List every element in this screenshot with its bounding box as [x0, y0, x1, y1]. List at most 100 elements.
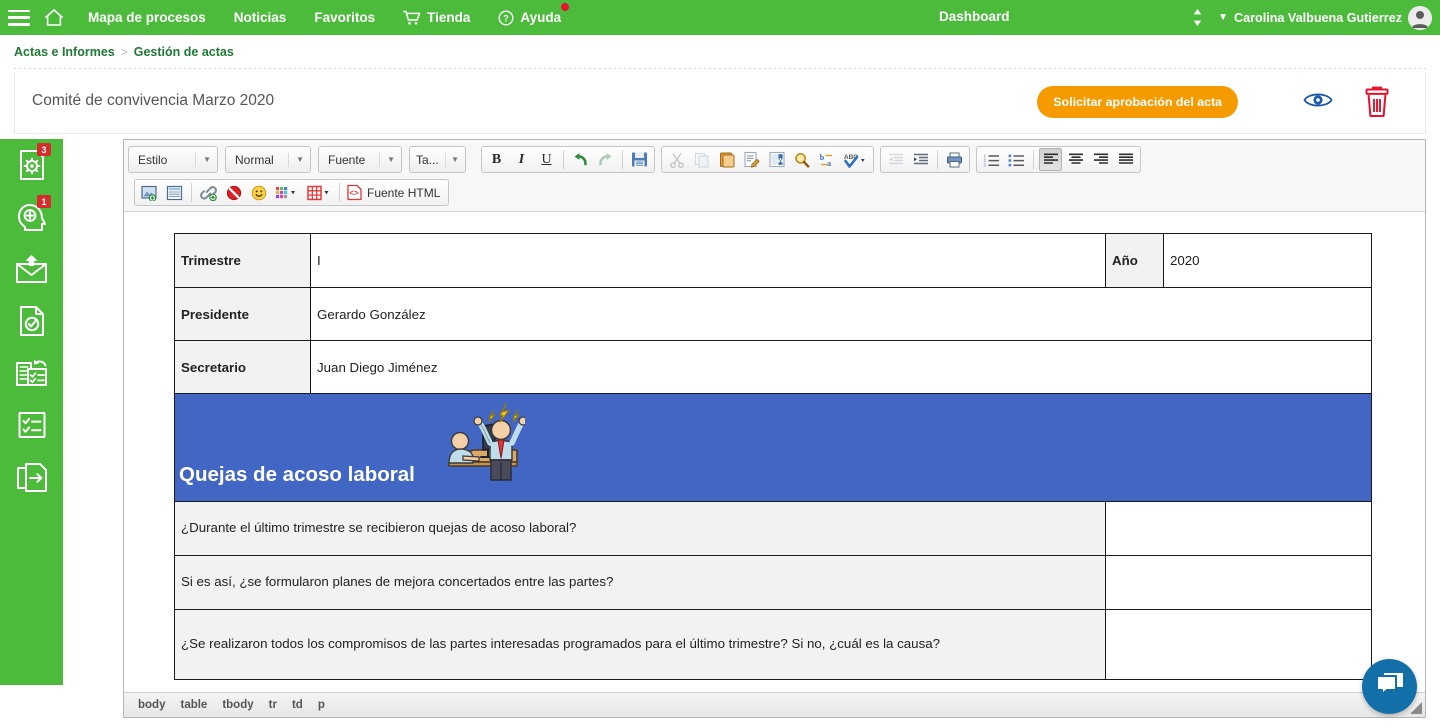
nav-link-favoritos[interactable]: Favoritos [314, 10, 375, 25]
user-name-label: Carolina Valbuena Gutierrez [1234, 10, 1402, 25]
delete-trash-icon[interactable] [1362, 86, 1392, 124]
cut-button[interactable] [665, 148, 688, 171]
nav-link-label: Ayuda [520, 10, 562, 25]
sidebar-item-export[interactable] [0, 451, 63, 503]
emoji-button[interactable] [247, 181, 270, 204]
cart-icon [403, 10, 421, 26]
numbered-list-button[interactable]: 123 [980, 148, 1003, 171]
insert-template-button[interactable] [163, 181, 186, 204]
paste-from-word-button[interactable]: W [765, 148, 788, 171]
path-item-body[interactable]: body [138, 699, 165, 711]
underline-button[interactable]: U [535, 148, 558, 171]
sidebar-item-mail[interactable] [0, 243, 63, 295]
sidebar-badge: 1 [37, 195, 51, 208]
section-banner-row: Quejas de acoso laboral [174, 393, 1372, 502]
unlink-button[interactable] [222, 181, 245, 204]
copy-button[interactable] [690, 148, 713, 171]
outdent-button[interactable] [884, 148, 907, 171]
home-icon[interactable] [44, 8, 64, 27]
font-select[interactable]: Fuente ▼ [318, 146, 402, 173]
replace-button[interactable]: ba [815, 148, 838, 171]
insert-link-button[interactable] [197, 181, 220, 204]
insert-group: <> Fuente HTML [134, 179, 450, 206]
hamburger-menu-icon[interactable] [8, 9, 30, 26]
style-select[interactable]: Estilo ▼ [128, 146, 218, 173]
code-brackets-icon: <> [346, 184, 363, 201]
table-row: Secretario Juan Diego Jiménez [174, 340, 1372, 394]
path-item-p[interactable]: p [318, 699, 325, 711]
breadcrumb-item-gestion-de-actas[interactable]: Gestión de actas [134, 45, 234, 59]
save-button[interactable] [628, 148, 651, 171]
table-row: ¿Durante el último trimestre se recibier… [174, 501, 1372, 556]
help-circle-icon: ? [498, 9, 514, 26]
value-presidente[interactable]: Gerardo González [310, 287, 1372, 341]
label-presidente: Presidente [174, 287, 311, 341]
redo-button[interactable] [594, 148, 617, 171]
nav-link-tienda[interactable]: Tienda [403, 10, 470, 26]
text-color-button[interactable] [272, 181, 302, 204]
checklist-refresh-icon [16, 359, 47, 386]
svg-text:?: ? [504, 13, 510, 23]
chevron-down-icon: ▼ [288, 152, 304, 167]
preview-eye-icon[interactable] [1303, 90, 1333, 115]
toolbar-divider [1033, 150, 1034, 169]
question-1-answer[interactable] [1105, 501, 1372, 556]
value-secretario[interactable]: Juan Diego Jiménez [310, 340, 1372, 394]
align-justify-button[interactable] [1114, 148, 1137, 171]
toolbar-row-1: Estilo ▼ Normal ▼ Fuente ▼ Ta... ▼ B I U [128, 145, 1421, 174]
size-select[interactable]: Ta... ▼ [409, 146, 466, 173]
chevron-down-icon: ▼ [1218, 12, 1229, 23]
sidebar-item-add-person[interactable]: 1 [0, 191, 63, 243]
spellcheck-button[interactable]: ABC [840, 148, 870, 171]
request-approval-button[interactable]: Solicitar aprobación del acta [1037, 86, 1238, 118]
page-title: Comité de convivencia Marzo 2020 [32, 92, 275, 109]
editor-content-area[interactable]: Trimestre I Año 2020 Presidente Gerardo … [124, 212, 1425, 692]
value-trimestre[interactable]: I [310, 233, 1106, 288]
breadcrumb-item-actas-e-informes[interactable]: Actas e Informes [14, 45, 115, 59]
bulleted-list-button[interactable] [1005, 148, 1028, 171]
nav-link-ayuda[interactable]: ? Ayuda [498, 2, 570, 26]
sidebar-item-task-refresh[interactable] [0, 347, 63, 399]
chat-support-button[interactable] [1362, 659, 1417, 714]
page-header: Comité de convivencia Marzo 2020 Solicit… [14, 72, 1426, 134]
path-item-td[interactable]: td [292, 699, 303, 711]
align-right-button[interactable] [1089, 148, 1112, 171]
nav-link-label: Tienda [427, 10, 471, 25]
undo-button[interactable] [569, 148, 592, 171]
acta-table: Trimestre I Año 2020 Presidente Gerardo … [174, 233, 1372, 680]
sidebar-item-approved-doc[interactable] [0, 295, 63, 347]
chevron-down-icon: ▼ [445, 152, 459, 167]
user-menu[interactable]: ▼ Carolina Valbuena Gutierrez [1218, 0, 1432, 35]
clipboard-group: W ba ABC [661, 146, 874, 173]
align-center-button[interactable] [1064, 148, 1087, 171]
print-button[interactable] [943, 148, 966, 171]
sidebar-item-checklist[interactable] [0, 399, 63, 451]
path-item-tbody[interactable]: tbody [222, 699, 253, 711]
value-ano[interactable]: 2020 [1163, 233, 1372, 288]
question-3-answer[interactable] [1105, 609, 1372, 680]
html-source-button[interactable]: <> Fuente HTML [344, 184, 446, 201]
question-2-answer[interactable] [1105, 555, 1372, 610]
nav-link-label: Favoritos [314, 10, 376, 25]
paste-button[interactable] [715, 148, 738, 171]
path-item-tr[interactable]: tr [269, 699, 277, 711]
indent-button[interactable] [909, 148, 932, 171]
align-left-button[interactable] [1039, 148, 1062, 171]
toolbar-divider [563, 150, 564, 169]
nav-link-mapa-de-procesos[interactable]: Mapa de procesos [88, 10, 206, 25]
avatar [1408, 5, 1432, 30]
format-select[interactable]: Normal ▼ [225, 146, 311, 173]
nav-link-label: Mapa de procesos [88, 10, 206, 25]
up-down-arrows-icon[interactable] [1192, 8, 1203, 27]
find-button[interactable] [790, 148, 813, 171]
paste-as-text-button[interactable] [740, 148, 763, 171]
bold-button[interactable]: B [485, 148, 508, 171]
insert-image-button[interactable] [138, 181, 161, 204]
question-3-text: ¿Se realizaron todos los compromisos de … [174, 609, 1106, 680]
italic-button[interactable]: I [510, 148, 533, 171]
style-select-label: Estilo [138, 152, 168, 167]
path-item-table[interactable]: table [180, 699, 207, 711]
sidebar-item-process-settings[interactable]: 3 [0, 139, 63, 191]
nav-link-noticias[interactable]: Noticias [234, 10, 287, 25]
insert-table-button[interactable] [304, 181, 334, 204]
